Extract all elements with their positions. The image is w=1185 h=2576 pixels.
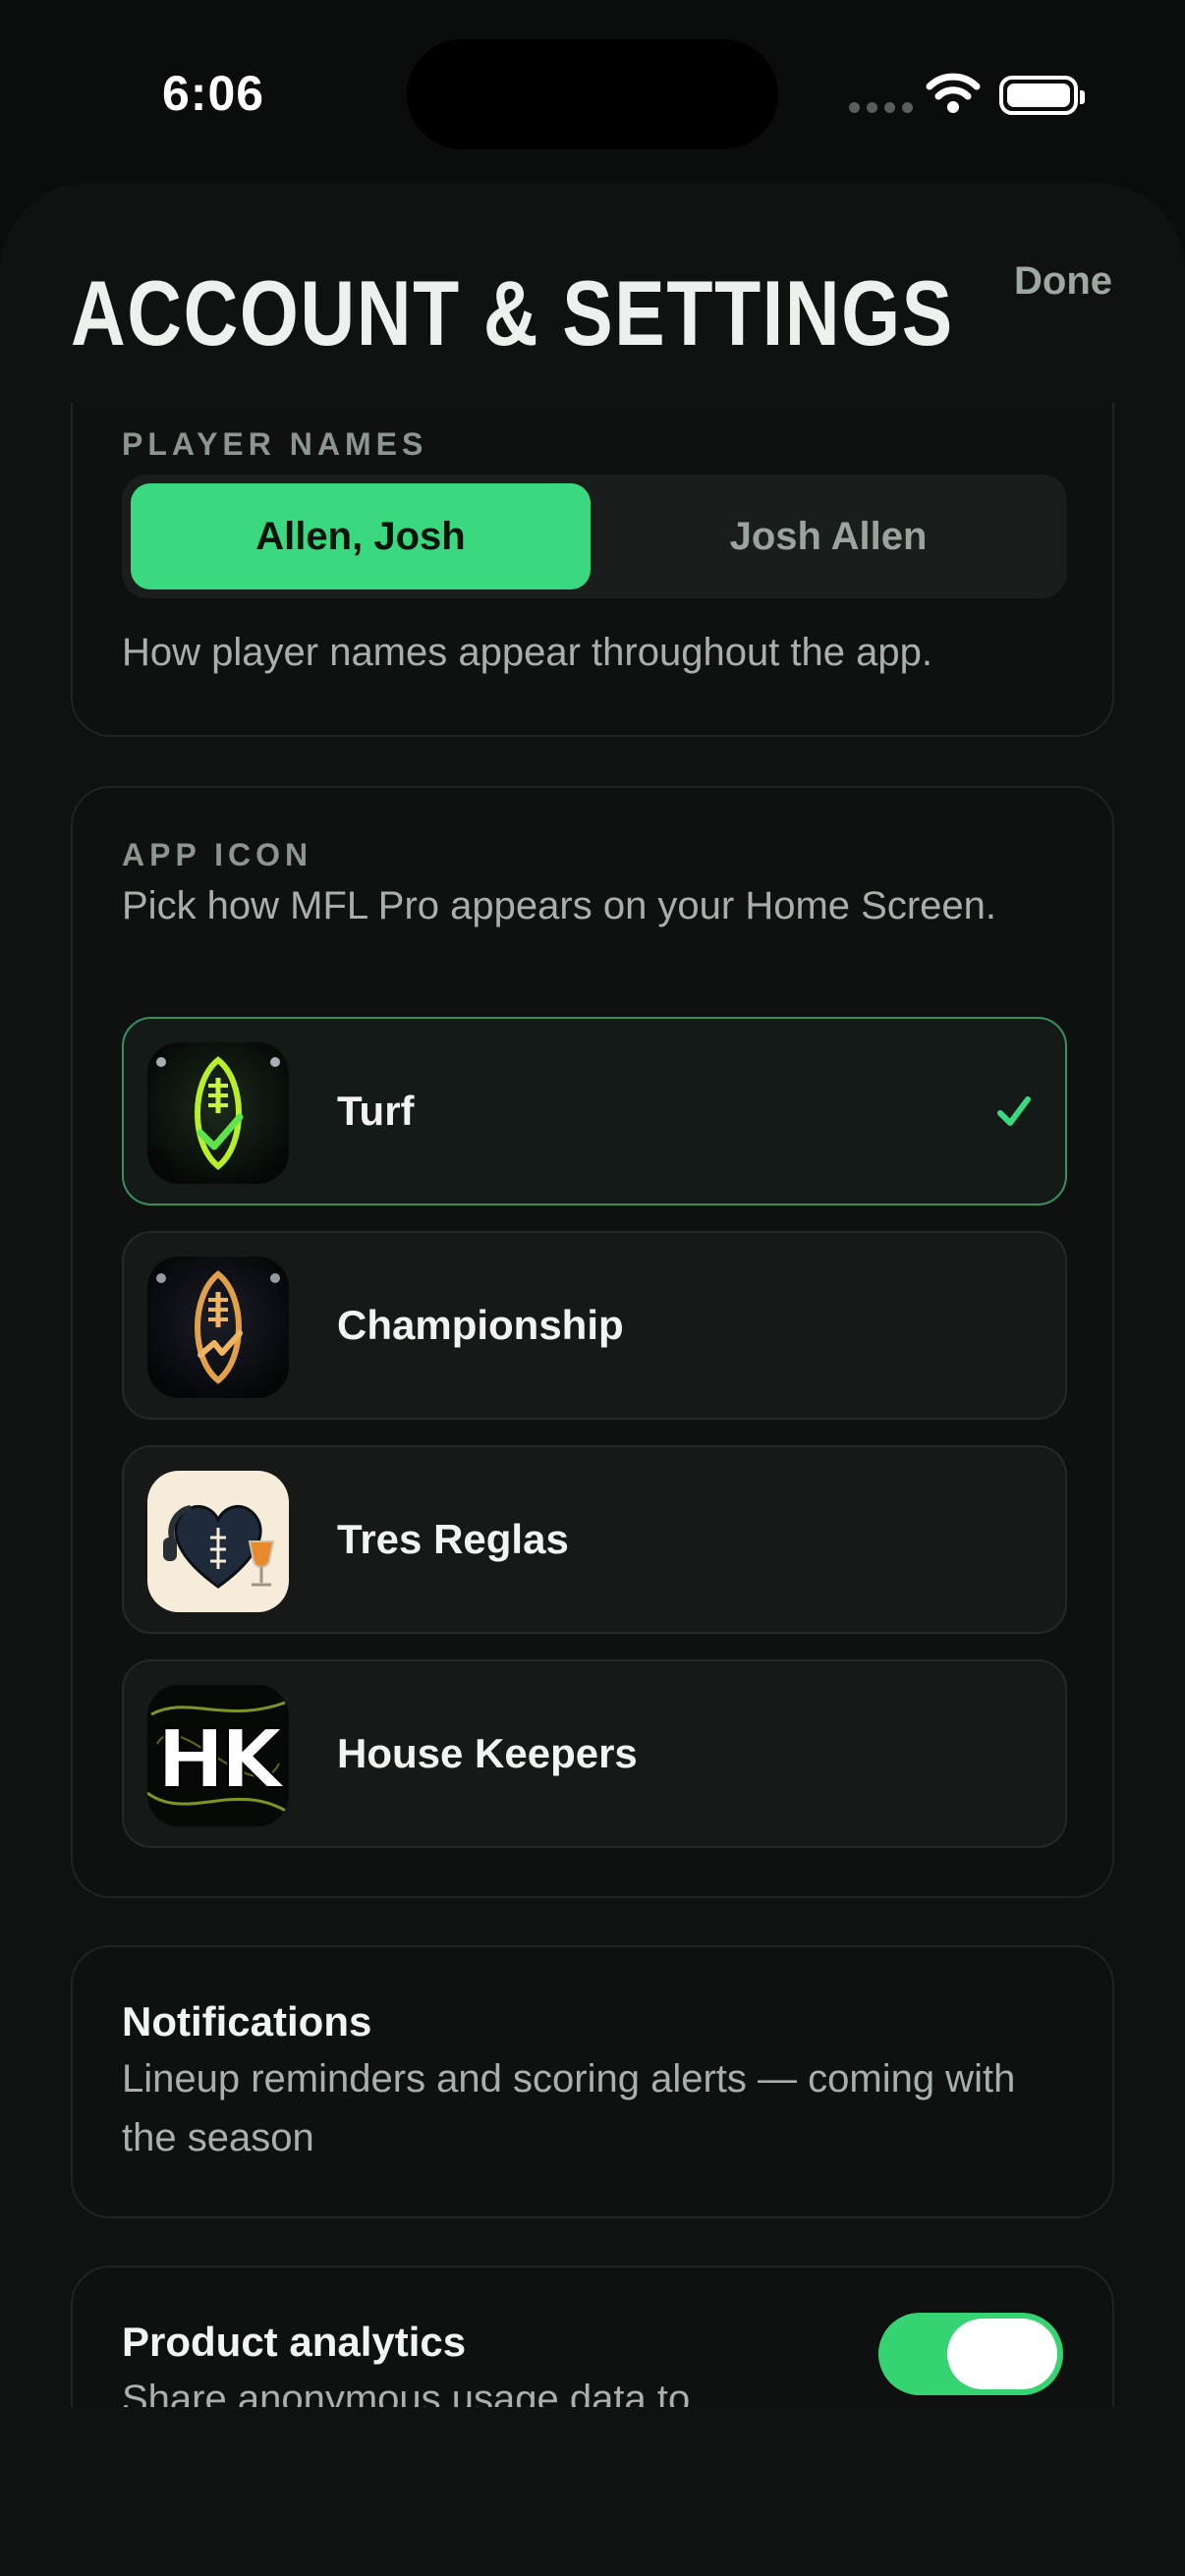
dynamic-island — [407, 39, 778, 149]
checkmark-icon — [997, 1096, 1031, 1126]
wifi-icon — [926, 73, 981, 113]
player-names-label: PLAYER NAMES — [122, 426, 428, 462]
tres-reglas-heart-icon — [147, 1471, 289, 1612]
hk-monogram: HK — [157, 1713, 287, 1807]
notifications-title: Notifications — [122, 1998, 372, 2044]
toggle-knob — [947, 2319, 1057, 2389]
product-analytics-toggle[interactable] — [878, 2313, 1063, 2395]
app-icon-option-house-keepers[interactable]: HK House Keepers — [122, 1659, 1067, 1848]
app-icon-helper: Pick how MFL Pro appears on your Home Sc… — [122, 884, 997, 927]
player-name-format-control[interactable]: Allen, Josh Josh Allen — [122, 475, 1067, 598]
app-icon-option-championship[interactable]: Championship — [122, 1231, 1067, 1420]
app-icon-option-label: House Keepers — [337, 1730, 638, 1776]
app-icon-option-tres-reglas[interactable]: Tres Reglas — [122, 1445, 1067, 1634]
segment-first-last[interactable]: Josh Allen — [598, 483, 1058, 589]
page-title: ACCOUNT & SETTINGS — [71, 261, 954, 364]
app-icon-card: APP ICON Pick how MFL Pro appears on you… — [71, 786, 1114, 1898]
product-analytics-description: Share anonymous usage data to — [122, 2378, 691, 2407]
status-time: 6:06 — [162, 66, 265, 121]
done-button[interactable]: Done — [1014, 259, 1112, 304]
turf-football-icon — [147, 1042, 289, 1184]
settings-scroll[interactable]: PLAYER NAMES Allen, Josh Josh Allen How … — [0, 403, 1185, 2407]
app-icon-label: APP ICON — [122, 837, 313, 872]
player-names-helper: How player names appear throughout the a… — [122, 631, 932, 674]
battery-icon — [999, 76, 1085, 115]
signal-dots-icon — [849, 102, 913, 113]
app-icon-option-label: Championship — [337, 1302, 624, 1348]
championship-football-icon — [147, 1257, 289, 1398]
product-analytics-title: Product analytics — [122, 2319, 467, 2365]
notifications-card[interactable]: Notifications Lineup reminders and scori… — [71, 1945, 1114, 2218]
player-names-card: PLAYER NAMES Allen, Josh Josh Allen How … — [71, 403, 1114, 737]
product-analytics-card: Product analytics Share anonymous usage … — [71, 2266, 1114, 2407]
app-icon-option-label: Tres Reglas — [337, 1516, 569, 1562]
app-icon-option-turf[interactable]: Turf — [122, 1017, 1067, 1205]
notifications-description: Lineup reminders and scoring alerts — co… — [122, 2057, 1016, 2159]
app-icon-option-label: Turf — [337, 1088, 415, 1134]
status-bar: 6:06 — [0, 0, 1185, 177]
segment-last-first[interactable]: Allen, Josh — [131, 483, 591, 589]
house-keepers-hk-icon: HK — [147, 1685, 289, 1826]
